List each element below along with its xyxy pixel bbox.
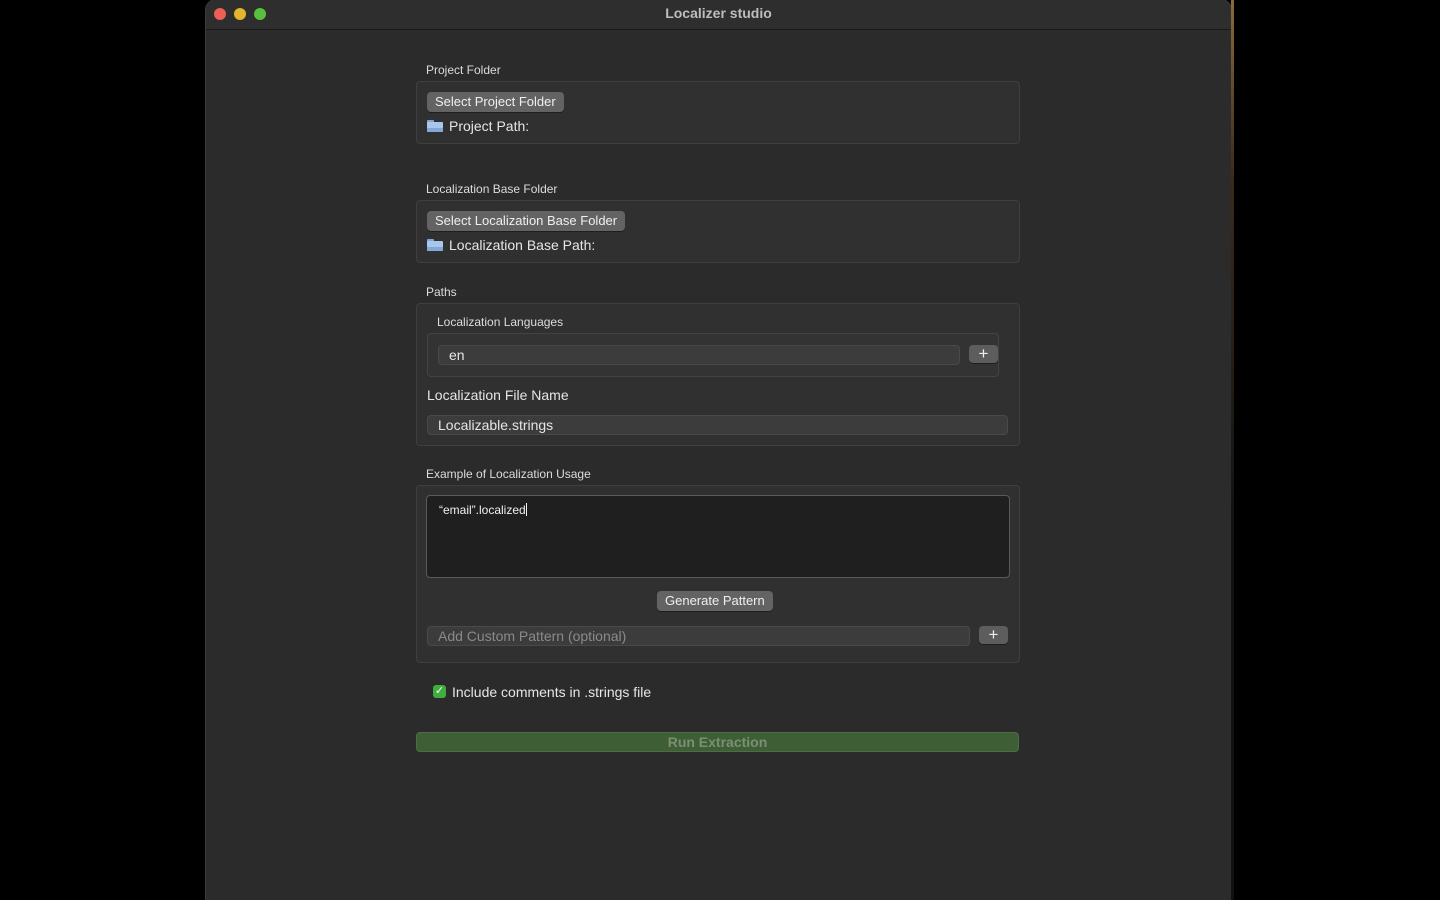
localization-base-path-label: Localization Base Path: [449, 237, 596, 253]
select-localization-base-folder-button[interactable]: Select Localization Base Folder [427, 211, 626, 231]
paths-section-label: Paths [426, 285, 457, 299]
title-bar: Localizer studio [206, 0, 1231, 30]
custom-pattern-input[interactable]: Add Custom Pattern (optional) [427, 626, 970, 646]
usage-example-textarea[interactable]: “email”.localized [426, 495, 1010, 578]
localization-base-folder-section-label: Localization Base Folder [426, 182, 558, 196]
project-path-label: Project Path: [449, 118, 530, 134]
localization-languages-group: en + [427, 333, 999, 377]
app-window: Localizer studio Project Folder Select P… [206, 0, 1231, 900]
include-comments-label: Include comments in .strings file [452, 684, 652, 700]
language-input[interactable]: en [438, 345, 960, 365]
project-folder-group: Select Project Folder Project Path: [416, 81, 1020, 144]
project-path-row: Project Path: [427, 118, 529, 134]
include-comments-checkbox[interactable]: ✓ [433, 685, 446, 698]
folder-icon [427, 239, 443, 251]
add-language-button[interactable]: + [969, 345, 998, 363]
usage-example-group: “email”.localized Generate Pattern Add C… [416, 485, 1020, 663]
generate-pattern-button[interactable]: Generate Pattern [657, 591, 773, 611]
folder-icon [427, 120, 443, 132]
localization-file-name-label: Localization File Name [427, 387, 569, 403]
localization-languages-label: Localization Languages [437, 315, 564, 329]
add-custom-pattern-button[interactable]: + [979, 626, 1008, 644]
usage-example-section-label: Example of Localization Usage [426, 467, 591, 481]
select-project-folder-button[interactable]: Select Project Folder [427, 92, 564, 112]
window-title: Localizer studio [665, 5, 772, 21]
paths-group: Localization Languages en + Localization… [416, 303, 1020, 446]
localization-file-name-input[interactable]: Localizable.strings [427, 415, 1008, 435]
window-edge-shadow [1231, 0, 1234, 900]
text-caret [525, 503, 527, 516]
localization-base-path-row: Localization Base Path: [427, 237, 595, 253]
run-extraction-button[interactable]: Run Extraction [416, 732, 1019, 752]
localization-base-folder-group: Select Localization Base Folder Localiza… [416, 200, 1020, 263]
usage-example-text: “email”.localized [439, 503, 526, 517]
project-folder-section-label: Project Folder [426, 63, 501, 77]
